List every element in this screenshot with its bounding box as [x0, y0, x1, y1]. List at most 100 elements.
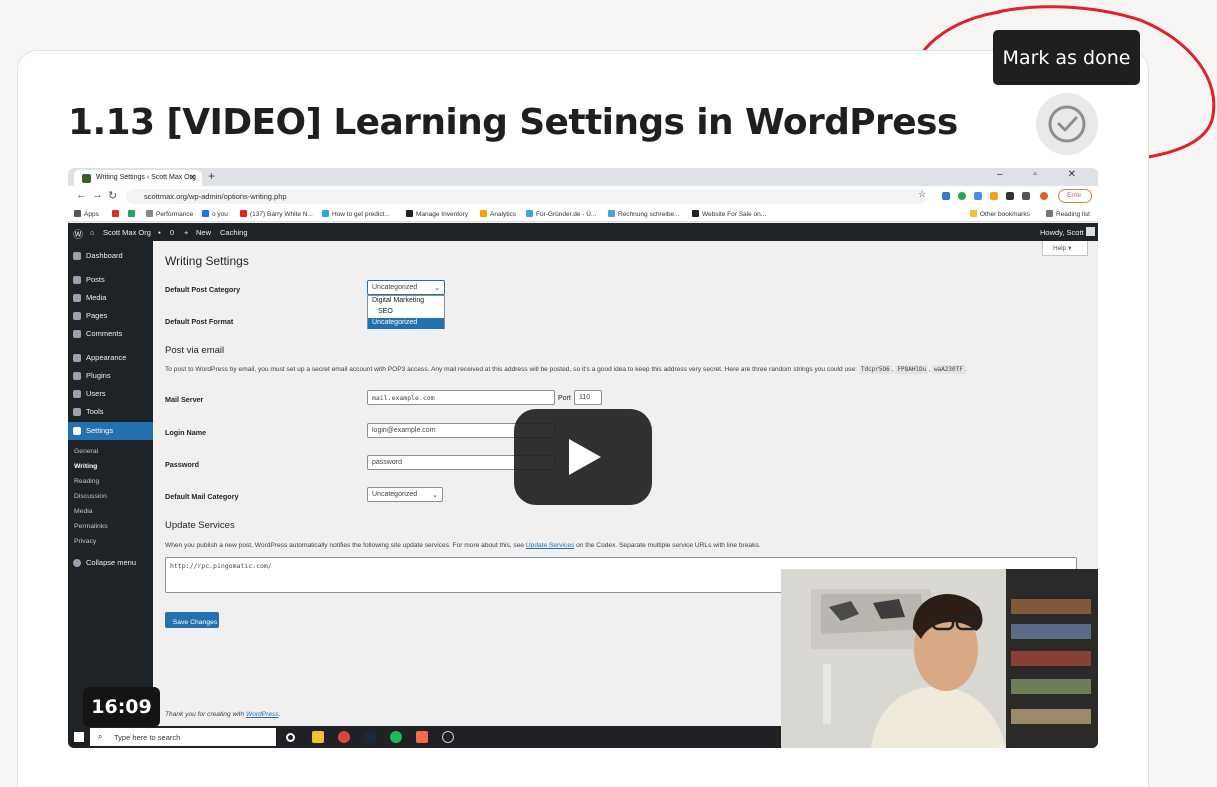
check-circle-icon — [1048, 105, 1086, 143]
sidebar-sub-privacy: Privacy — [74, 538, 97, 545]
extension-icon — [1006, 192, 1014, 200]
plus-icon: + — [184, 228, 189, 237]
wp-footer-text: Thank you for creating with WordPress. — [165, 711, 281, 718]
browser-tab-title: Writing Settings ‹ Scott Max Org — [96, 174, 196, 181]
sidebar-sub-permalinks: Permalinks — [74, 523, 108, 530]
wordpress-logo-icon: Ⓦ — [73, 230, 83, 241]
port-label: Port — [558, 395, 571, 402]
sidebar-item-tools: Tools — [68, 403, 153, 421]
play-button[interactable] — [514, 409, 652, 505]
close-icon: ✕ — [189, 173, 196, 182]
puzzle-icon — [1022, 192, 1030, 200]
default-post-category-select: Uncategorized ⌄ — [367, 280, 445, 295]
forward-arrow-icon: → — [92, 189, 103, 201]
caching-label: Caching — [220, 228, 248, 237]
browser-tab: Writing Settings ‹ Scott Max Org ✕ — [74, 170, 202, 186]
extension-icon — [990, 192, 998, 200]
extension-icon — [958, 192, 966, 200]
sidebar-item-plugins: Plugins — [68, 367, 153, 385]
sidebar-item-appearance: Appearance — [68, 349, 153, 367]
page-icon — [73, 312, 81, 320]
comments-count: 0 — [170, 228, 175, 237]
default-mail-category-select: Uncategorized ⌄ — [367, 487, 443, 502]
webcam-overlay — [781, 569, 1098, 748]
brush-icon — [73, 354, 81, 362]
sidebar-item-media: Media — [68, 289, 153, 307]
post-via-email-heading: Post via email — [165, 345, 225, 356]
chrome-icon — [338, 731, 350, 743]
wordpress-favicon-icon — [82, 174, 91, 183]
error-badge: Error — [1058, 189, 1092, 203]
gmail-icon — [112, 210, 122, 218]
plus-icon: + — [208, 169, 216, 183]
chevron-down-icon: ⌄ — [432, 492, 438, 499]
sidebar-item-posts: Posts — [68, 271, 153, 289]
mail-server-label: Mail Server — [165, 395, 204, 404]
url-bar: scottmax.org/wp-admin/options-writing.ph… — [126, 189, 926, 204]
category-option: SEO — [378, 308, 393, 315]
bookmark-item: (137) Barry White N... — [240, 210, 313, 218]
browser-tab-strip: Writing Settings ‹ Scott Max Org ✕ + – ▫… — [68, 168, 1098, 186]
sidebar-item-comments: Comments — [68, 325, 153, 343]
sidebar-sub-media: Media — [74, 508, 93, 515]
wrench-icon — [73, 408, 81, 416]
post-via-email-description: To post to WordPress by email, you must … — [165, 365, 967, 374]
comment-icon — [73, 330, 81, 338]
category-dropdown-list: Digital Marketing SEO Uncategorized — [367, 295, 445, 329]
extension-icon — [942, 192, 950, 200]
port-input: 110 — [574, 390, 602, 405]
drive-icon — [128, 210, 138, 218]
wp-admin-bar: Ⓦ ⌂ Scott Max Org ▪ 0 + New Caching Howd… — [68, 223, 1098, 241]
browser-address-row: ← → ↻ scottmax.org/wp-admin/options-writ… — [68, 186, 1098, 206]
category-option: Uncategorized — [368, 318, 444, 329]
comment-icon: ▪ — [158, 228, 161, 237]
play-icon — [569, 439, 601, 475]
login-name-label: Login Name — [165, 428, 207, 437]
star-icon: ☆ — [918, 189, 927, 199]
extension-icon — [974, 192, 982, 200]
plugin-icon — [73, 372, 81, 380]
windows-logo-icon — [74, 732, 84, 742]
steam-icon — [364, 731, 376, 743]
search-icon: ⌕ — [98, 732, 103, 741]
back-arrow-icon: ← — [76, 189, 87, 201]
dashboard-icon — [73, 252, 81, 260]
task-view-icon — [286, 733, 295, 742]
bookmark-item: Performance — [146, 210, 193, 218]
default-post-category-label: Default Post Category — [165, 285, 241, 294]
video-player[interactable]: Writing Settings ‹ Scott Max Org ✕ + – ▫… — [68, 168, 1098, 748]
avatar — [1040, 192, 1048, 200]
mark-as-done-button[interactable] — [1036, 93, 1098, 155]
mail-server-input: mail.example.com — [367, 390, 555, 405]
default-mail-category-label: Default Mail Category — [165, 492, 239, 501]
bookmark-item: How to get predict... — [322, 210, 390, 218]
default-post-format-label: Default Post Format — [165, 317, 234, 326]
reload-icon: ↻ — [108, 190, 118, 202]
password-label: Password — [165, 460, 199, 469]
bookmark-item: Website For Sale on... — [692, 210, 766, 218]
bookmark-item: Manage Inventory — [406, 210, 468, 218]
update-services-description: When you publish a new post, WordPress a… — [165, 542, 761, 549]
save-changes-button: Save Changes — [165, 612, 219, 628]
update-services-heading: Update Services — [165, 520, 235, 531]
sidebar-item-dashboard: Dashboard — [68, 247, 153, 265]
settings-page-title: Writing Settings — [165, 254, 249, 268]
sidebar-sub-discussion: Discussion — [74, 493, 107, 500]
bookmark-item: Other bookmarks — [970, 210, 1030, 218]
avatar — [1086, 227, 1095, 236]
media-icon — [73, 294, 81, 302]
collapse-icon — [73, 559, 81, 567]
home-icon: ⌂ — [90, 228, 95, 237]
url-text: scottmax.org/wp-admin/options-writing.ph… — [144, 192, 287, 201]
bookmark-item: Reading list — [1046, 210, 1090, 218]
settings-icon — [73, 427, 81, 435]
sidebar-collapse-menu: Collapse menu — [68, 554, 153, 572]
help-tab: Help ▾ — [1042, 241, 1088, 256]
site-name: Scott Max Org — [103, 228, 151, 237]
taskbar-search: ⌕ Type here to search — [90, 728, 276, 746]
bookmark-item: Für-Gründer.de - Ü... — [526, 210, 596, 218]
chevron-down-icon: ⌄ — [434, 285, 440, 292]
bookmark-item: Rechnung schreibe... — [608, 210, 679, 218]
bookmark-item: o you — [202, 210, 228, 218]
clock-icon — [442, 731, 454, 743]
